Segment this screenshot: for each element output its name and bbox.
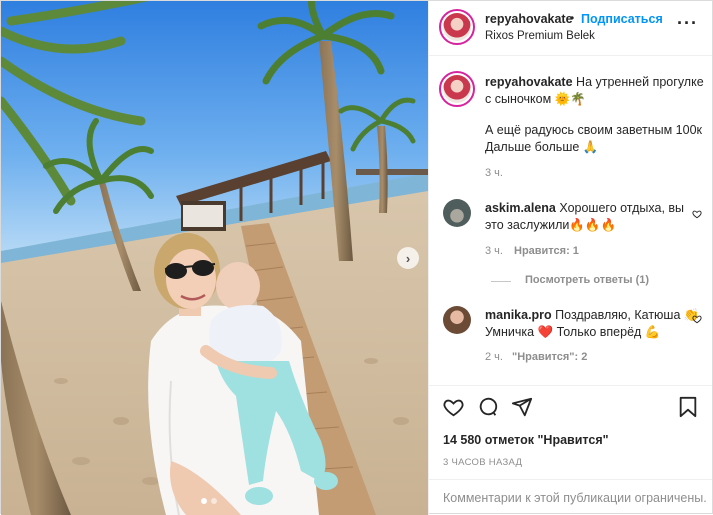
more-dots-icon[interactable]: ··· [677,13,698,34]
comment-likes-label[interactable]: Нравится: 1 [514,245,579,257]
share-paper-plane-icon[interactable] [511,396,533,418]
comment-time: 2 ч. [485,351,503,363]
comments-limited-notice: Комментарии к этой публикации ограничены… [443,491,707,505]
comment-likes-label[interactable]: "Нравится": 2 [512,351,587,363]
comment-like-heart-icon[interactable] [692,209,702,219]
post-location[interactable]: Rixos Premium Belek [485,30,595,42]
author-avatar[interactable] [443,13,471,41]
comment-time: 3 ч. [485,245,503,257]
comment-text: askim.alena Хорошего отдыха, вы это засл… [485,200,700,234]
comment-avatar[interactable] [443,306,471,334]
post-photo[interactable]: › [1,1,428,515]
posted-time: 3 ЧАСОВ НАЗАД [443,457,523,468]
author-username[interactable]: repyahovakate [485,12,573,26]
post-sidebar: repyahovakate • Подписаться Rixos Premiu… [428,1,712,515]
caption-username[interactable]: repyahovakate [485,75,573,89]
likes-count[interactable]: 14 580 отметок "Нравится" [443,433,609,447]
replies-divider [491,281,511,282]
carousel-dot [211,498,217,504]
save-bookmark-icon[interactable] [678,396,698,418]
caption-avatar[interactable] [443,75,471,103]
like-heart-icon[interactable] [442,396,465,418]
separator-dot: • [570,11,575,25]
comments-footer: Комментарии к этой публикации ограничены… [429,479,712,515]
caption-line2: А ещё радуюсь своим заветным 100к Дальше… [485,123,703,154]
comment-username[interactable]: manika.pro [485,308,552,322]
beach-photo [1,1,428,515]
post-actions [429,385,712,425]
caption-time: 3 ч. [485,167,503,179]
comment-likes[interactable]: Нравится: 1 [514,245,579,257]
follow-button[interactable]: Подписаться [581,12,663,26]
comment-likes[interactable]: "Нравится": 2 [512,351,587,363]
carousel-next-button[interactable]: › [397,247,419,269]
instagram-post: › repyahovakate • Подписаться Rixos Prem… [0,0,713,515]
view-replies-label[interactable]: Посмотреть ответы (1) [525,274,649,286]
comment-bubble-icon[interactable] [477,396,499,418]
view-replies-link[interactable]: Посмотреть ответы (1) [525,274,649,286]
caption-text: repyahovakate На утренней прогулке с сын… [485,74,710,108]
comment-text: manika.pro Поздравляю, Катюша 👏Умничка ❤… [485,307,700,341]
carousel-dots [201,498,217,504]
comment-like-heart-icon[interactable] [692,314,702,324]
post-header: repyahovakate • Подписаться Rixos Premiu… [429,1,712,56]
comment-avatar[interactable] [443,199,471,227]
comment-username[interactable]: askim.alena [485,201,556,215]
carousel-dot-active [201,498,207,504]
